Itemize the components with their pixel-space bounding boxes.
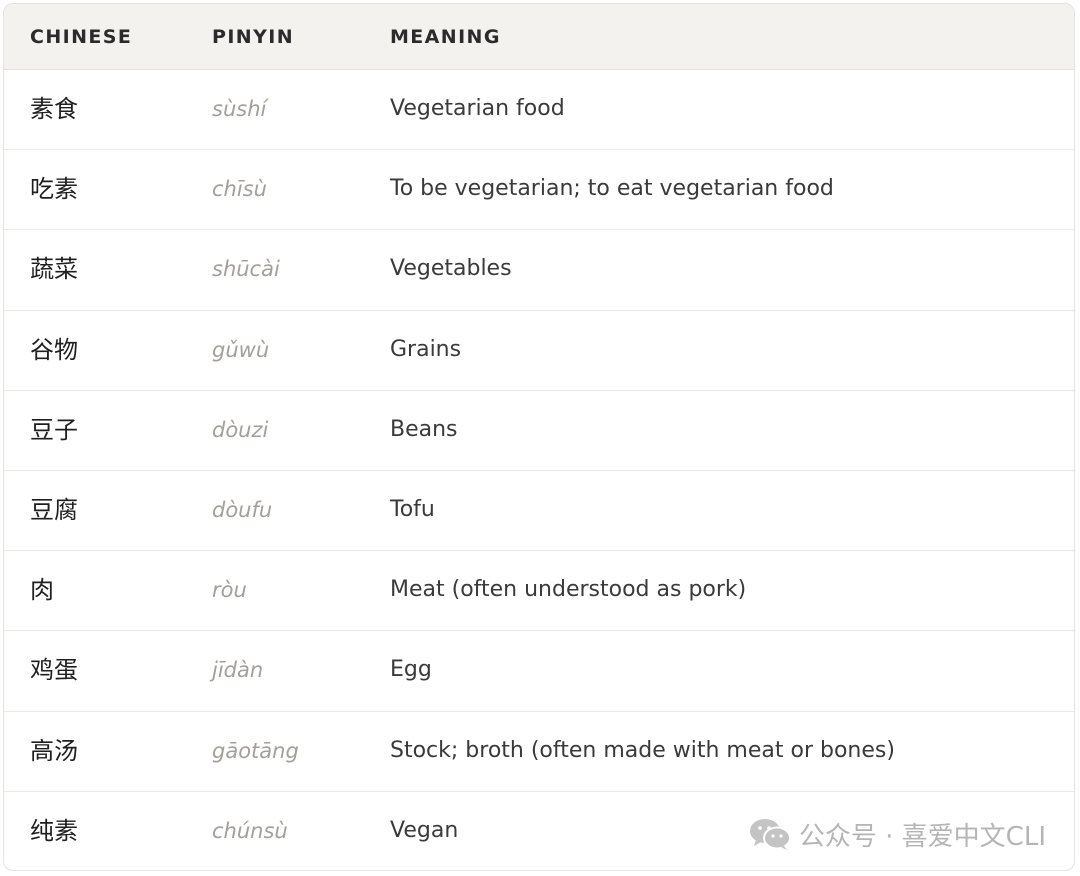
meaning-cell: Stock; broth (often made with meat or bo… [390, 737, 895, 763]
wechat-icon [749, 817, 791, 851]
chinese-cell: 高汤 [30, 736, 78, 765]
chinese-cell: 纯素 [30, 816, 78, 845]
pinyin-cell: sùshí [212, 97, 267, 121]
table-row: 高汤 gāotāng Stock; broth (often made with… [4, 712, 1074, 792]
table-row: 豆子 dòuzi Beans [4, 391, 1074, 471]
meaning-cell: Grains [390, 336, 462, 362]
column-header-meaning: MEANING [390, 26, 501, 48]
chinese-cell: 蔬菜 [30, 255, 78, 284]
table-row: 肉 ròu Meat (often understood as pork) [4, 551, 1074, 632]
chinese-cell: 谷物 [30, 335, 78, 364]
chinese-cell: 肉 [30, 576, 54, 605]
meaning-cell: Tofu [390, 496, 435, 522]
meaning-cell: Vegetables [390, 256, 512, 282]
pinyin-cell: chúnsù [212, 818, 288, 843]
table-row: 素食 sùshí Vegetarian food [4, 70, 1074, 151]
chinese-cell: 豆子 [30, 415, 78, 444]
chinese-cell: 吃素 [30, 175, 78, 204]
pinyin-cell: dòuzi [212, 417, 269, 442]
meaning-cell: Beans [390, 416, 458, 442]
chinese-cell: 素食 [30, 95, 78, 123]
pinyin-cell: jīdàn [212, 658, 264, 683]
table-row: 豆腐 dòufu Tofu [4, 471, 1074, 552]
pinyin-cell: ròu [212, 578, 247, 603]
meaning-cell: Egg [390, 657, 432, 683]
meaning-cell: Vegan [390, 817, 459, 843]
meaning-cell: To be vegetarian; to eat vegetarian food [390, 176, 834, 202]
table-row: 吃素 chīsù To be vegetarian; to eat vegeta… [4, 150, 1074, 231]
table-row: 鸡蛋 jīdàn Egg [4, 631, 1074, 712]
table-header-row: CHINESE PINYIN MEANING [4, 4, 1074, 70]
pinyin-cell: chīsù [212, 177, 267, 202]
meaning-cell: Meat (often understood as pork) [390, 577, 747, 603]
table-row: 谷物 gǔwù Grains [4, 311, 1074, 391]
pinyin-cell: dòufu [212, 497, 273, 522]
chinese-cell: 鸡蛋 [30, 656, 78, 685]
pinyin-cell: gǔwù [212, 337, 270, 362]
pinyin-cell: gāotāng [212, 738, 299, 763]
column-header-chinese: CHINESE [30, 26, 133, 48]
table-row: 蔬菜 shūcài Vegetables [4, 230, 1074, 311]
column-header-pinyin: PINYIN [212, 26, 295, 48]
watermark: 公众号 · 喜爱中文CLI [749, 814, 1046, 854]
vocabulary-table: CHINESE PINYIN MEANING 素食 sùshí Vegetari… [3, 3, 1075, 871]
meaning-cell: Vegetarian food [390, 96, 565, 121]
watermark-text: 公众号 · 喜爱中文CLI [798, 821, 1046, 852]
pinyin-cell: shūcài [212, 257, 280, 282]
chinese-cell: 豆腐 [30, 495, 78, 524]
